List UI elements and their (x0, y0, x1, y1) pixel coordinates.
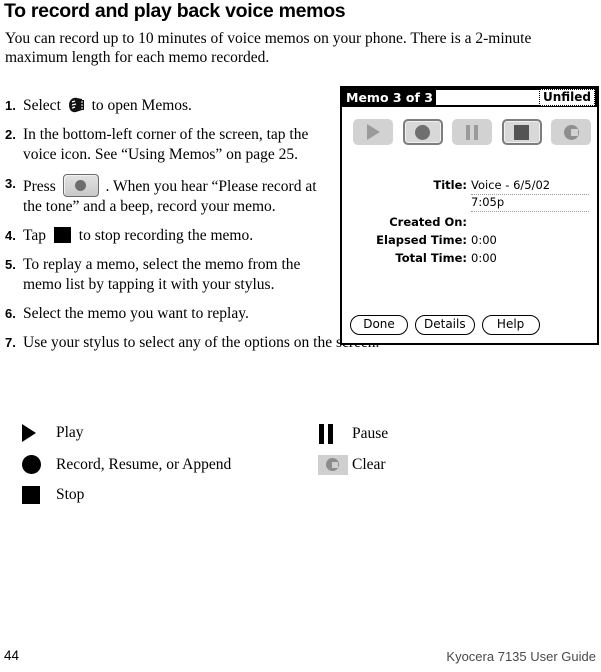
step-5-body: To replay a memo, select the memo from t… (23, 256, 301, 293)
step-6: 6. Select the memo you want to replay. (5, 304, 335, 324)
field-title-value-line1: Voice - 6/5/02 (471, 178, 589, 195)
pause-icon (465, 124, 479, 140)
pda-clear-button[interactable] (551, 119, 591, 145)
stop-icon (22, 486, 56, 504)
legend-row: Play Pause (22, 424, 582, 455)
step-6-body: Select the memo you want to replay. (23, 305, 249, 322)
done-button[interactable]: Done (350, 315, 408, 335)
legend-label-pause: Pause (352, 425, 389, 442)
step-4-text-after: to stop recording the memo. (78, 227, 254, 244)
field-elapsed-time: Elapsed Time: 0:00 (342, 233, 597, 248)
field-total-time: Total Time: 0:00 (342, 251, 597, 266)
legend-label-play: Play (56, 424, 84, 441)
legend-label-clear: Clear (352, 456, 386, 473)
stop-icon (514, 124, 529, 140)
pda-detail-fields: Title: Voice - 6/5/02 7:05p Created On: … (342, 178, 597, 269)
field-elapsed-time-label: Elapsed Time: (376, 233, 467, 247)
pda-screenshot: Memo 3 of 3 Unfiled Title: Voice - 6/5/0… (340, 86, 599, 345)
category-selector[interactable]: Unfiled (538, 89, 595, 106)
field-title-value[interactable]: Voice - 6/5/02 7:05p (467, 178, 597, 212)
pda-record-button[interactable] (402, 119, 443, 145)
field-elapsed-time-value: 0:00 (471, 233, 497, 247)
pda-titlebar: Memo 3 of 3 Unfiled (342, 88, 597, 107)
intro-paragraph: You can record up to 10 minutes of voice… (5, 30, 532, 66)
step-4-body: Tap to stop recording the memo. (23, 226, 335, 246)
step-2: 2. In the bottom-left corner of the scre… (5, 125, 335, 165)
pause-icon (318, 424, 352, 444)
step-3-text-before: Press (23, 178, 56, 195)
legend-entry-record: Record, Resume, or Append (22, 455, 231, 474)
step-3: 3. Press . When you hear “Please record … (5, 174, 335, 217)
step-1-text-before: Select (23, 97, 61, 114)
step-3-body: Press . When you hear “Please record at … (23, 174, 335, 217)
stop-button-icon (53, 227, 71, 243)
record-icon (22, 455, 56, 474)
field-title-value-line2: 7:05p (471, 195, 589, 212)
pda-play-button[interactable] (353, 119, 393, 145)
step-3-number: 3. (5, 176, 16, 191)
step-4-number: 4. (5, 228, 16, 243)
step-6-number: 6. (5, 306, 16, 321)
record-icon (415, 124, 430, 140)
step-1: 1. Select to open Memos. (5, 96, 335, 116)
options-legend: Play Pause Record, Resume, or Append Cle… (22, 424, 582, 517)
numbered-steps-list: 1. Select to open Memos. 2. In the botto… (5, 96, 379, 362)
record-button-icon (62, 174, 99, 197)
pda-title: Memo 3 of 3 (346, 90, 434, 105)
field-total-time-label: Total Time: (395, 251, 467, 265)
pda-pause-button[interactable] (452, 119, 492, 145)
legend-entry-clear: Clear (318, 455, 386, 475)
details-button[interactable]: Details (415, 315, 475, 335)
memos-app-icon (67, 96, 86, 114)
step-2-body: In the bottom-left corner of the screen,… (23, 126, 309, 163)
pda-titlebar-filler (436, 90, 539, 105)
field-created-on: Created On: (342, 215, 597, 230)
field-created-on-label: Created On: (389, 215, 467, 229)
page-title: To record and play back voice memos (4, 0, 346, 22)
footer-guide-title: Kyocera 7135 User Guide (446, 649, 596, 664)
step-1-number: 1. (5, 98, 16, 113)
legend-label-record: Record, Resume, or Append (56, 455, 232, 473)
step-1-text-after: to open Memos. (91, 97, 192, 114)
legend-row: Record, Resume, or Append Clear (22, 455, 582, 486)
pda-stop-button[interactable] (501, 119, 542, 145)
legend-entry-pause: Pause (318, 424, 388, 444)
field-title: Title: Voice - 6/5/02 7:05p (342, 178, 597, 212)
pda-action-bar: Done Details Help (350, 315, 540, 335)
step-5: 5. To replay a memo, select the memo fro… (5, 255, 335, 295)
step-1-body: Select to open Memos. (23, 96, 335, 116)
legend-row: Stop (22, 486, 582, 517)
help-button[interactable]: Help (481, 315, 540, 335)
step-5-number: 5. (5, 257, 16, 272)
legend-entry-stop: Stop (22, 486, 84, 504)
field-total-time-value: 0:00 (471, 251, 497, 265)
legend-label-stop: Stop (56, 486, 85, 503)
legend-entry-play: Play (22, 424, 84, 442)
clear-icon (318, 455, 352, 475)
step-2-number: 2. (5, 127, 16, 142)
step-4: 4. Tap to stop recording the memo. (5, 226, 335, 246)
play-icon (367, 124, 380, 140)
step-4-text-before: Tap (23, 227, 47, 244)
field-title-label: Title: (433, 178, 467, 192)
pda-transport-toolbar (353, 119, 591, 145)
clear-icon (563, 124, 579, 140)
play-icon (22, 424, 56, 442)
footer-page-number: 44 (4, 648, 20, 663)
step-7-number: 7. (5, 335, 16, 350)
